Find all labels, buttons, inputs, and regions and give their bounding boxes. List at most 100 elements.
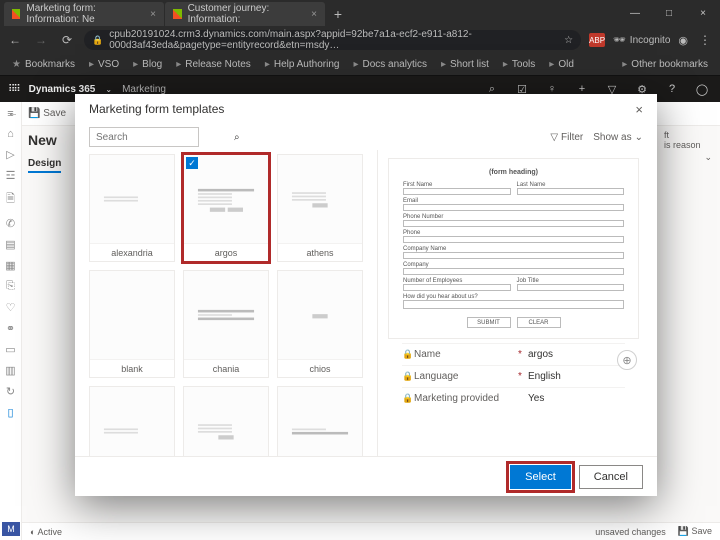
dialog-header: Marketing form templates × xyxy=(75,94,657,124)
filter-icon: ▽ xyxy=(550,132,558,143)
zoom-button[interactable]: ⊕ xyxy=(617,350,637,370)
cards-icon[interactable]: ▥ xyxy=(5,364,15,377)
folder-icon: ▸ xyxy=(176,59,181,70)
chevron-down-icon[interactable]: ⌄ xyxy=(664,152,712,163)
template-card[interactable]: athens xyxy=(277,154,363,262)
reload-button[interactable]: ⟳ xyxy=(58,33,76,47)
home-icon[interactable]: ⌂ xyxy=(7,128,14,140)
browser-tab[interactable]: Marketing form: Information: Ne × xyxy=(4,2,164,26)
extension-icon[interactable]: ABP xyxy=(589,33,605,47)
user-icon[interactable]: ◯ xyxy=(692,83,712,96)
template-card-selected[interactable]: ✓ argos xyxy=(183,154,269,262)
heart-icon[interactable]: ♡ xyxy=(6,301,16,314)
page-icon[interactable]: ▯ xyxy=(7,406,13,419)
filter-button[interactable]: ▽Filter xyxy=(550,132,583,143)
phone-icon[interactable]: ✆ xyxy=(6,217,15,230)
bookmark-item[interactable]: ★Bookmarks xyxy=(6,57,81,72)
incognito-indicator: 🕶 Incognito xyxy=(613,35,670,46)
lock-icon: 🔒 xyxy=(402,393,414,404)
template-card[interactable]: kalamata xyxy=(277,386,363,456)
app-launcher-icon[interactable]: ⠿⠿ xyxy=(8,84,19,95)
back-button[interactable]: ← xyxy=(6,33,24,47)
browser-tab[interactable]: Customer journey: Information: × xyxy=(165,2,325,26)
template-dialog: Marketing form templates × ⌕ ▽Filter Sho… xyxy=(75,94,657,496)
dialog-close-button[interactable]: × xyxy=(635,102,643,117)
folder-icon: ▸ xyxy=(265,59,270,70)
select-button[interactable]: Select xyxy=(510,465,571,489)
bookmark-item[interactable]: ▸Docs analytics xyxy=(347,57,433,72)
template-card[interactable]: chania xyxy=(183,270,269,378)
play-icon[interactable]: ▷ xyxy=(6,148,14,161)
bookmark-item[interactable]: ▸Tools xyxy=(497,57,541,72)
list-icon[interactable]: ☲ xyxy=(6,169,16,182)
lock-icon: 🔒 xyxy=(402,371,414,382)
star-icon: ★ xyxy=(12,59,21,70)
doc-icon[interactable]: 🗎 xyxy=(6,190,15,209)
profile-icon[interactable]: ◉ xyxy=(678,34,688,47)
bookmark-star-icon[interactable]: ☆ xyxy=(564,35,573,46)
bookmark-item[interactable]: ▸Blog xyxy=(127,57,168,72)
bookmark-item[interactable]: ▸Help Authoring xyxy=(259,57,346,72)
window-maximize-button[interactable]: □ xyxy=(652,0,686,26)
bookmark-item[interactable]: ▸VSO xyxy=(83,57,125,72)
chevron-down-icon[interactable]: ⌄ xyxy=(105,85,112,94)
template-card[interactable]: chios xyxy=(277,270,363,378)
folder-icon: ▸ xyxy=(622,59,627,70)
bookmark-item[interactable]: ▸Old xyxy=(543,57,580,72)
menu-icon[interactable]: ⋮ xyxy=(696,33,714,47)
link-icon[interactable]: ⎘ xyxy=(6,280,15,293)
preview-pane: (form heading) First NameLast Name Email… xyxy=(377,150,657,456)
form-icon[interactable]: ▭ xyxy=(5,343,15,356)
tab-title: Marketing form: Information: Ne xyxy=(26,3,144,25)
template-card[interactable]: heraklion xyxy=(183,386,269,456)
folder-icon: ▸ xyxy=(133,59,138,70)
people-icon[interactable]: ⚭ xyxy=(6,322,15,335)
template-card[interactable]: alexandria xyxy=(89,154,175,262)
preview-scroll[interactable]: (form heading) First NameLast Name Email… xyxy=(378,150,657,456)
area-name: Marketing xyxy=(122,84,166,95)
back-icon[interactable]: ← xyxy=(8,108,18,119)
close-icon[interactable]: × xyxy=(150,9,156,20)
other-bookmarks[interactable]: ▸Other bookmarks xyxy=(616,57,714,72)
template-card[interactable]: corfu xyxy=(89,386,175,456)
forward-button[interactable]: → xyxy=(32,33,50,47)
search-box[interactable]: ⌕ xyxy=(89,127,199,147)
search-input[interactable] xyxy=(90,132,234,143)
folder-icon: ▸ xyxy=(353,59,358,70)
unsaved-label: unsaved changes xyxy=(595,527,666,537)
address-bar[interactable]: 🔒 cpub20191024.crm3.dynamics.com/main.as… xyxy=(84,30,581,50)
template-gallery[interactable]: alexandria ✓ argos athens blank chania c… xyxy=(75,150,377,456)
checkmark-icon: ✓ xyxy=(186,157,198,169)
page-tabs: Design xyxy=(28,158,61,169)
show-as-button[interactable]: Show as ⌄ xyxy=(593,132,643,143)
refresh-icon[interactable]: ↻ xyxy=(6,385,15,398)
search-icon[interactable]: ⌕ xyxy=(234,132,240,143)
tab-design[interactable]: Design xyxy=(28,158,61,173)
save-command[interactable]: 💾 Save xyxy=(28,108,66,119)
bookmark-item[interactable]: ▸Release Notes xyxy=(170,57,257,72)
browser-toolbar: ← → ⟳ 🔒 cpub20191024.crm3.dynamics.com/m… xyxy=(0,26,720,54)
preview-clear: CLEAR xyxy=(517,317,561,328)
help-icon[interactable]: ? xyxy=(662,83,682,95)
url-text: cpub20191024.crm3.dynamics.com/main.aspx… xyxy=(109,29,558,51)
right-panel: ft is reason ⌄ xyxy=(664,130,712,163)
dialog-footer: Select Cancel xyxy=(75,456,657,496)
template-card[interactable]: blank xyxy=(89,270,175,378)
area-switcher[interactable]: M xyxy=(2,522,20,536)
calendar-icon[interactable]: ▦ xyxy=(5,259,15,272)
close-icon[interactable]: × xyxy=(311,9,317,20)
record-status: ◐ Active xyxy=(30,527,62,537)
footer-save[interactable]: 💾 Save xyxy=(678,526,712,537)
product-name: Dynamics 365 xyxy=(29,84,96,95)
new-tab-button[interactable]: + xyxy=(326,2,350,26)
window-close-button[interactable]: × xyxy=(686,0,720,26)
window-minimize-button[interactable]: — xyxy=(618,0,652,26)
tab-title: Customer journey: Information: xyxy=(188,3,306,25)
favicon xyxy=(12,9,20,19)
bookmark-item[interactable]: ▸Short list xyxy=(435,57,495,72)
browser-tabbar: Marketing form: Information: Ne × Custom… xyxy=(0,0,720,26)
chart-icon[interactable]: ▤ xyxy=(5,238,15,251)
cancel-button[interactable]: Cancel xyxy=(579,465,643,489)
lock-icon: 🔒 xyxy=(92,35,103,46)
folder-icon: ▸ xyxy=(503,59,508,70)
